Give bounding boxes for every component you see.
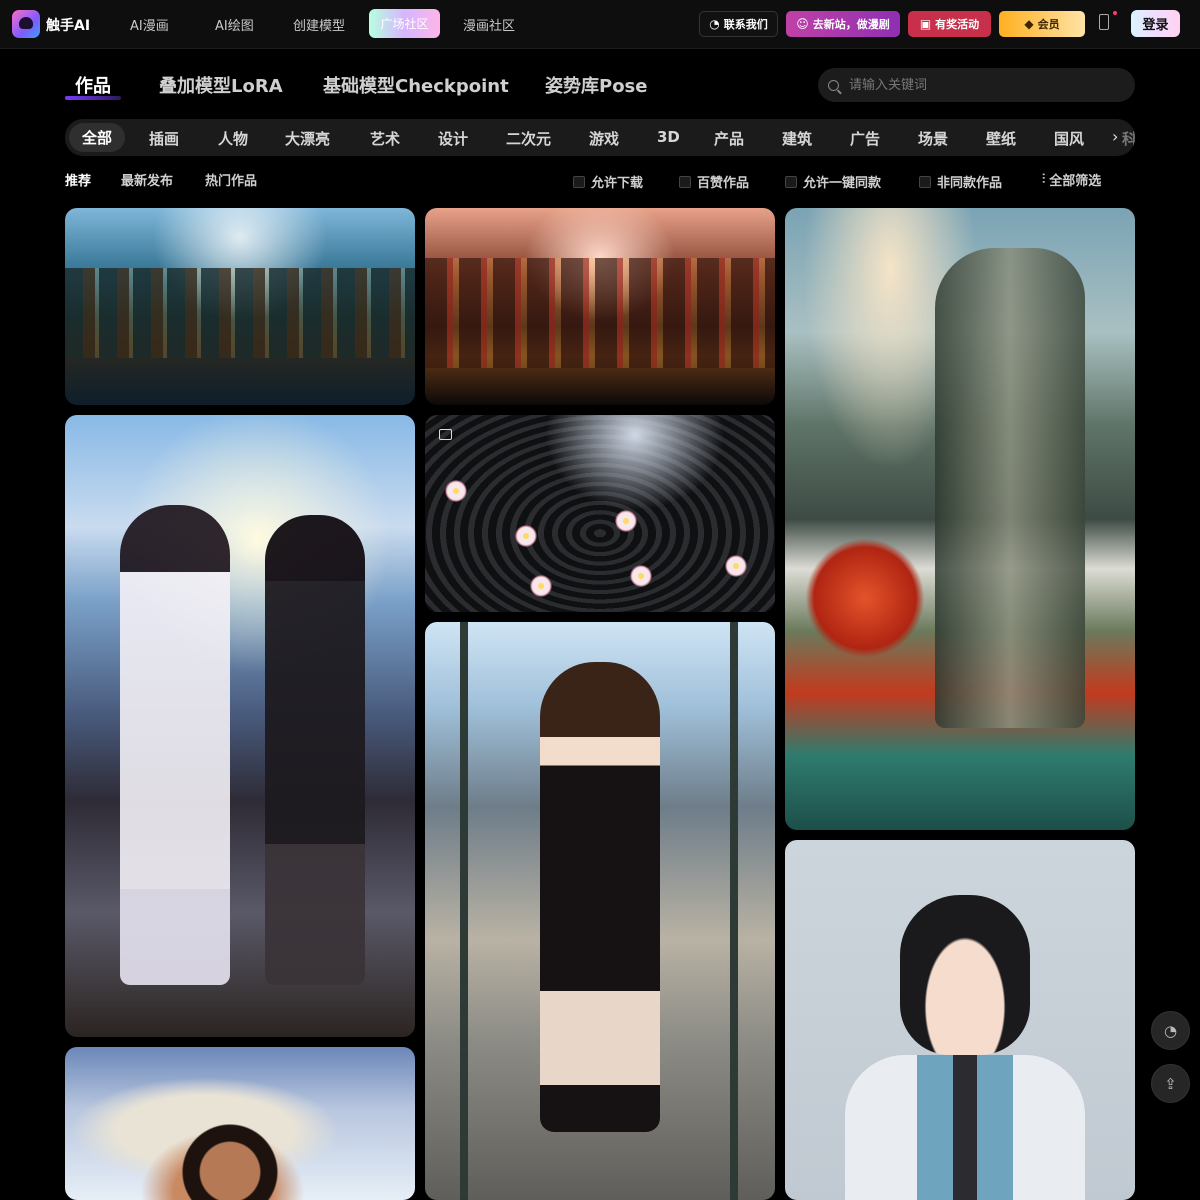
all-filters-button[interactable]: ⫶ 全部筛选 bbox=[1042, 170, 1101, 189]
category-art[interactable]: 艺术 bbox=[370, 128, 400, 149]
brand-logo-icon[interactable] bbox=[12, 10, 40, 38]
tab-lora[interactable]: 叠加模型LoRA bbox=[159, 72, 283, 98]
feedback-button[interactable]: ⇪ bbox=[1151, 1064, 1190, 1103]
nav-ai-comic[interactable]: AI漫画 bbox=[130, 15, 169, 34]
category-more[interactable]: 科 bbox=[1122, 128, 1135, 149]
petal-decoration bbox=[725, 555, 747, 577]
filter-one-click-same[interactable]: 允许一键同款 bbox=[785, 172, 881, 191]
petal-decoration bbox=[615, 510, 637, 532]
filter-label: 百赞作品 bbox=[697, 176, 750, 191]
tab-active-indicator bbox=[65, 96, 121, 100]
artwork-card-water-petals[interactable] bbox=[425, 415, 775, 612]
filter-label: 允许下载 bbox=[591, 176, 644, 191]
events-label: 有奖活动 bbox=[935, 18, 980, 31]
category-wallpaper[interactable]: 壁纸 bbox=[986, 128, 1016, 149]
artwork-card-ink-mountains[interactable] bbox=[785, 208, 1135, 830]
contact-us-label: 联系我们 bbox=[723, 18, 768, 31]
wechat-icon: ◔ bbox=[709, 17, 720, 31]
mascot-icon: ☺ bbox=[796, 17, 809, 31]
sort-popular[interactable]: 热门作品 bbox=[205, 170, 257, 189]
filter-hundred-likes[interactable]: 百赞作品 bbox=[679, 172, 749, 191]
sort-latest[interactable]: 最新发布 bbox=[121, 170, 173, 189]
vip-button[interactable]: ◆ 会员 bbox=[999, 11, 1085, 37]
category-bar: 全部 插画 人物 大漂亮 艺术 设计 二次元 游戏 3D 产品 建筑 广告 场景… bbox=[65, 119, 1135, 156]
petal-decoration bbox=[515, 525, 537, 547]
sort-recommended[interactable]: 推荐 bbox=[65, 170, 91, 189]
category-chinese-style[interactable]: 国风 bbox=[1054, 128, 1084, 149]
brand-name[interactable]: 触手AI bbox=[46, 15, 90, 35]
category-architecture[interactable]: 建筑 bbox=[782, 128, 812, 149]
notification-dot bbox=[1113, 11, 1117, 15]
nav-create-model[interactable]: 创建模型 bbox=[293, 15, 345, 34]
tab-checkpoint[interactable]: 基础模型Checkpoint bbox=[323, 72, 509, 98]
filter-label: 非同款作品 bbox=[937, 176, 1003, 191]
artwork-card-cat-ear-girl[interactable] bbox=[785, 840, 1135, 1200]
category-beauty[interactable]: 大漂亮 bbox=[285, 128, 330, 149]
checkbox[interactable] bbox=[785, 175, 797, 188]
filter-non-same[interactable]: 非同款作品 bbox=[919, 172, 1002, 191]
diamond-icon: ◆ bbox=[1024, 17, 1034, 31]
petal-decoration bbox=[530, 575, 552, 597]
category-product[interactable]: 产品 bbox=[714, 128, 744, 149]
vip-label: 会员 bbox=[1037, 18, 1060, 31]
nav-comic-community[interactable]: 漫画社区 bbox=[463, 15, 515, 34]
checkbox[interactable] bbox=[573, 175, 585, 188]
category-scene[interactable]: 场景 bbox=[918, 128, 948, 149]
customer-service-button[interactable]: ◔ bbox=[1151, 1011, 1190, 1050]
login-button[interactable]: 登录 bbox=[1131, 10, 1180, 37]
chevron-right-icon[interactable]: › bbox=[1112, 127, 1118, 146]
category-all[interactable]: 全部 bbox=[69, 123, 126, 152]
all-filters-label: 全部筛选 bbox=[1049, 174, 1102, 189]
petal-decoration bbox=[630, 565, 652, 587]
image-icon bbox=[439, 429, 452, 440]
category-advertising[interactable]: 广告 bbox=[850, 128, 880, 149]
wechat-icon: ◔ bbox=[1163, 1021, 1178, 1040]
category-anime[interactable]: 二次元 bbox=[506, 128, 551, 149]
tab-pose[interactable]: 姿势库Pose bbox=[545, 72, 647, 98]
artwork-card-snow-portrait[interactable] bbox=[65, 1047, 415, 1200]
search-icon[interactable] bbox=[828, 79, 839, 91]
artwork-card-ancient-town[interactable] bbox=[65, 208, 415, 405]
events-button[interactable]: ▣ 有奖活动 bbox=[908, 11, 991, 37]
checkbox[interactable] bbox=[919, 175, 931, 188]
category-game[interactable]: 游戏 bbox=[589, 128, 619, 149]
category-design[interactable]: 设计 bbox=[438, 128, 468, 149]
new-site-label: 去新站，做漫剧 bbox=[812, 18, 890, 31]
petal-decoration bbox=[445, 480, 467, 502]
artwork-card-two-girls[interactable] bbox=[65, 415, 415, 1037]
nav-ai-drawing[interactable]: AI绘图 bbox=[215, 15, 254, 34]
top-bar: 触手AI AI漫画 AI绘图 创建模型 广场社区 漫画社区 ◔ 联系我们 ☺ 去… bbox=[0, 0, 1200, 49]
category-people[interactable]: 人物 bbox=[218, 128, 248, 149]
tab-works[interactable]: 作品 bbox=[75, 72, 111, 98]
sliders-icon: ⫶ bbox=[1042, 172, 1046, 187]
artwork-card-street-girl[interactable] bbox=[425, 622, 775, 1200]
category-illustration[interactable]: 插画 bbox=[149, 128, 179, 149]
nav-square-community[interactable]: 广场社区 bbox=[369, 9, 440, 38]
artwork-card-night-canal[interactable] bbox=[425, 208, 775, 405]
feedback-icon: ⇪ bbox=[1164, 1074, 1177, 1093]
category-3d[interactable]: 3D bbox=[657, 128, 680, 146]
gift-icon: ▣ bbox=[919, 17, 932, 31]
filter-label: 允许一键同款 bbox=[803, 176, 882, 191]
mobile-app-icon[interactable] bbox=[1099, 14, 1109, 30]
new-site-button[interactable]: ☺ 去新站，做漫剧 bbox=[786, 11, 900, 37]
search-input[interactable] bbox=[847, 76, 1111, 94]
filter-allow-download[interactable]: 允许下载 bbox=[573, 172, 643, 191]
checkbox[interactable] bbox=[679, 175, 691, 188]
contact-us-button[interactable]: ◔ 联系我们 bbox=[699, 11, 778, 37]
search-box[interactable] bbox=[818, 68, 1135, 102]
